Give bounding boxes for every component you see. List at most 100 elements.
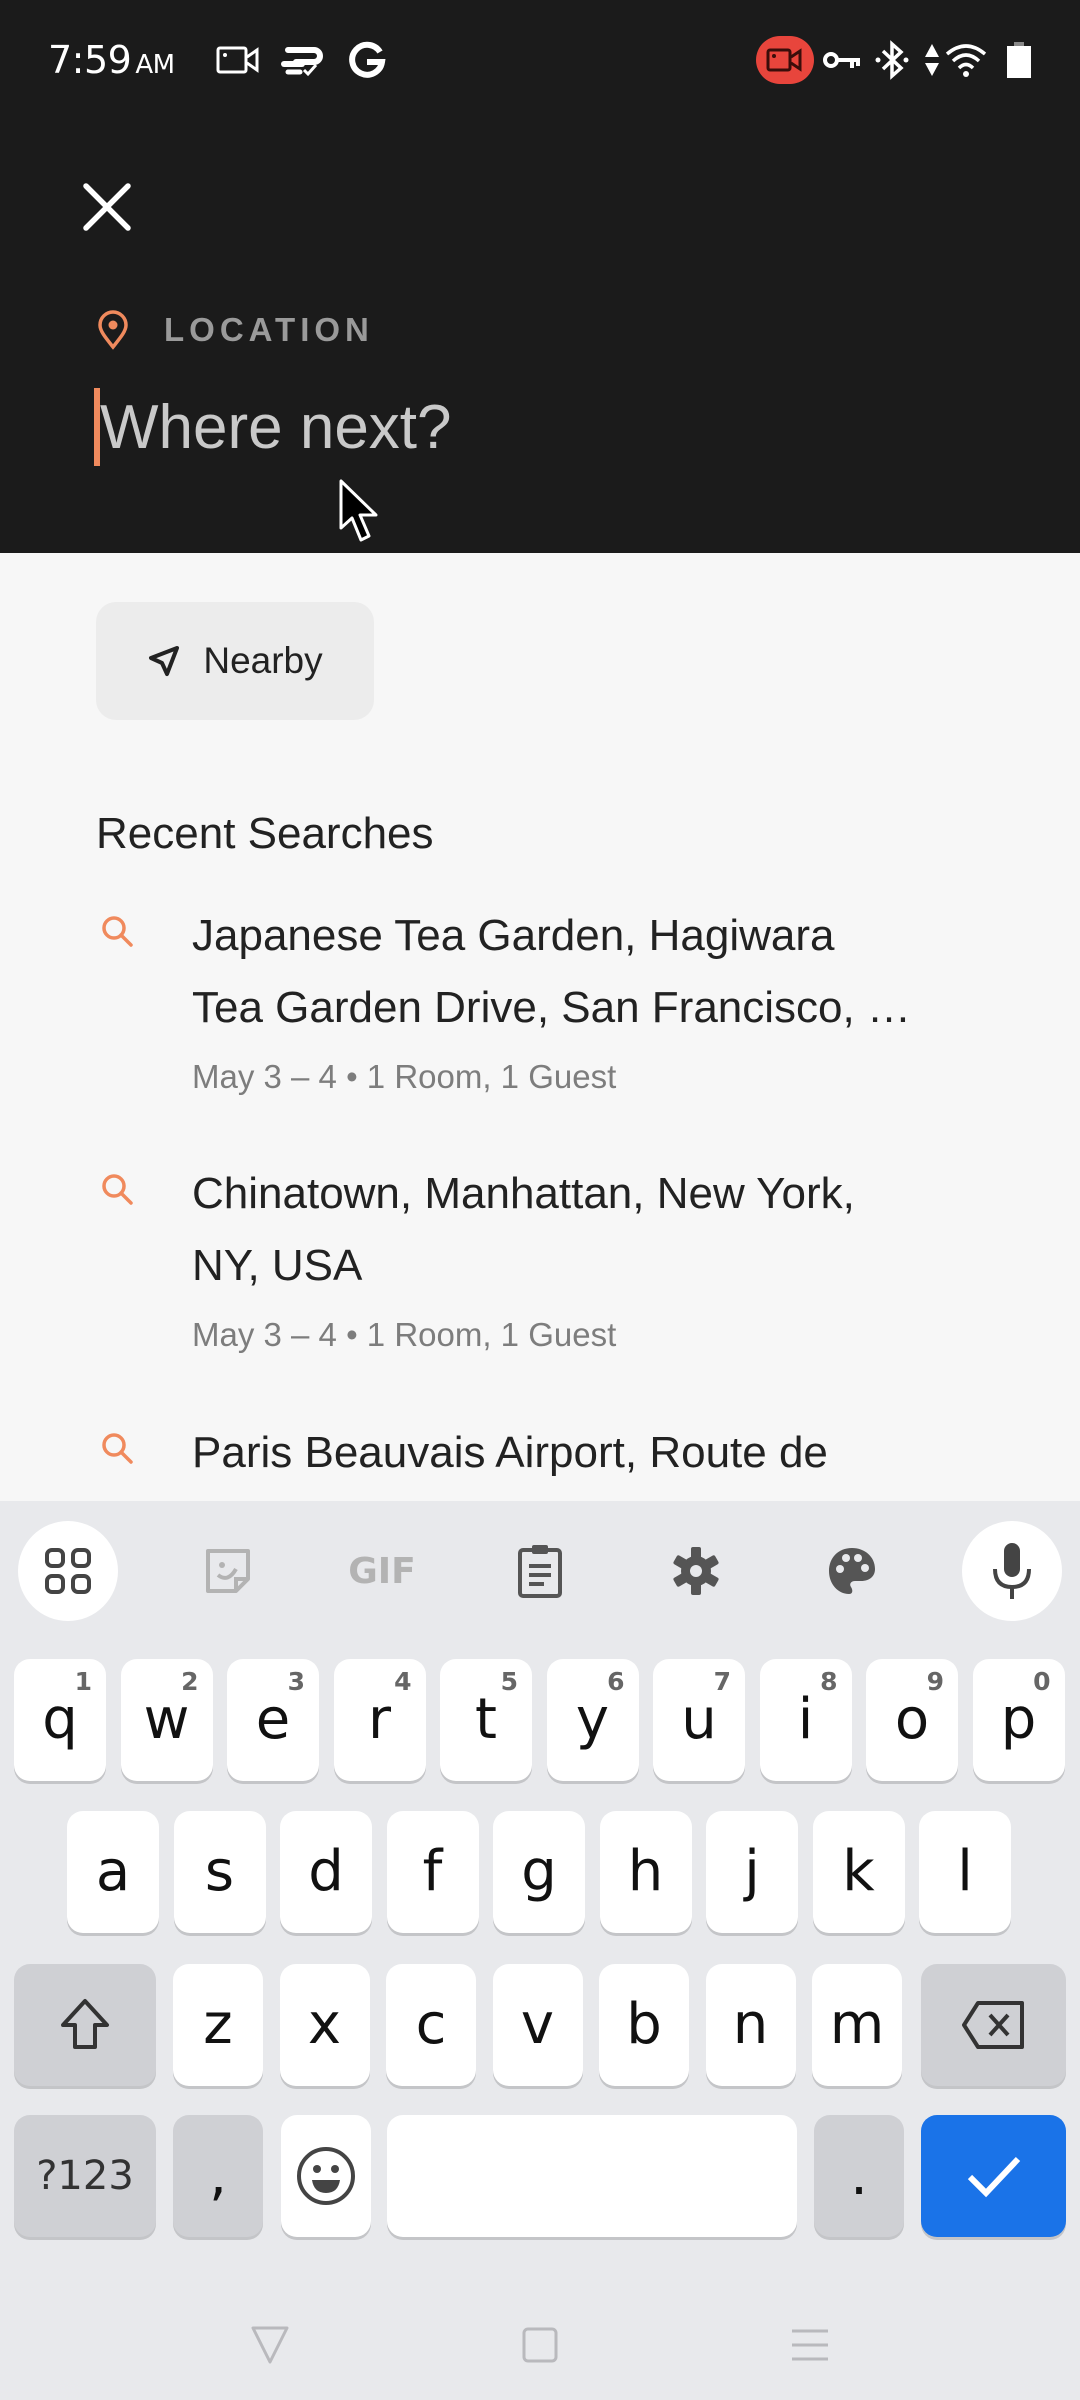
navigation-arrow-icon — [149, 646, 180, 676]
data-arrows-icon — [924, 38, 940, 82]
clipboard-icon — [518, 1545, 562, 1598]
recent-search-item[interactable]: Chinatown, Manhattan, New York, NY, USA … — [96, 1158, 996, 1388]
key-q[interactable]: q1 — [14, 1659, 106, 1781]
screen-record-icon — [216, 38, 260, 82]
vpn-key-icon — [822, 38, 862, 82]
search-icon — [102, 1433, 133, 1464]
key-label: b — [626, 1992, 662, 2057]
settings-gear-icon — [673, 1547, 719, 1595]
back-icon — [251, 2326, 289, 2364]
key-y[interactable]: y6 — [546, 1659, 639, 1781]
search-suggestions: Nearby Recent Searches Japanese Tea Gard… — [0, 553, 1080, 1501]
home-button[interactable] — [510, 2315, 570, 2375]
status-bar: 7:59 AM — [0, 0, 1080, 120]
symbols-key[interactable]: ?123 — [14, 2115, 156, 2237]
title-line-1: Paris Beauvais Airport, Route de — [192, 1428, 828, 1477]
home-icon — [522, 2327, 558, 2363]
key-label: g — [521, 1839, 557, 1904]
key-r[interactable]: r4 — [333, 1659, 426, 1781]
key-u[interactable]: u7 — [653, 1659, 745, 1781]
key-b[interactable]: b — [599, 1964, 689, 2086]
back-button[interactable] — [240, 2315, 300, 2375]
recent-search-title: Chinatown, Manhattan, New York, NY, USA — [192, 1158, 1080, 1302]
key-w[interactable]: w2 — [120, 1659, 213, 1781]
key-a[interactable]: a — [67, 1811, 159, 1933]
clipboard-button[interactable] — [490, 1521, 590, 1621]
vpn-app-icon — [280, 38, 324, 82]
recent-search-title: Japanese Tea Garden, Hagiwara Tea Garden… — [192, 900, 1080, 1044]
key-number-hint: 9 — [926, 1667, 944, 1696]
search-header: LOCATION — [0, 120, 1080, 553]
key-e[interactable]: e3 — [227, 1659, 319, 1781]
wifi-icon — [944, 38, 988, 82]
recent-search-title: Paris Beauvais Airport, Route de — [192, 1417, 1080, 1489]
key-l[interactable]: l — [919, 1811, 1011, 1933]
key-p[interactable]: p0 — [972, 1659, 1065, 1781]
key-label: k — [842, 1839, 875, 1904]
key-number-hint: 3 — [287, 1667, 305, 1696]
key-x[interactable]: x — [279, 1964, 370, 2086]
key-o[interactable]: o9 — [866, 1659, 958, 1781]
key-k[interactable]: k — [812, 1811, 905, 1933]
shift-icon — [61, 1999, 109, 2049]
search-icon — [102, 916, 133, 947]
key-label: l — [957, 1839, 973, 1904]
key-s[interactable]: s — [173, 1811, 266, 1933]
key-label: m — [829, 1992, 885, 2057]
key-label: q — [42, 1687, 78, 1752]
key-label: c — [415, 1992, 447, 2057]
key-label: w — [143, 1687, 190, 1752]
soft-keyboard: GIF ?123 , . q 1 w 2 e 3 r 4 t 5 y 6 u 7… — [0, 1501, 1080, 2400]
period-label: . — [850, 2143, 868, 2208]
key-i[interactable]: i8 — [759, 1659, 852, 1781]
period-key[interactable]: . — [814, 2115, 904, 2237]
key-d[interactable]: d — [280, 1811, 372, 1933]
sticker-button[interactable] — [178, 1521, 278, 1621]
key-label: r — [367, 1687, 392, 1752]
key-z[interactable]: z — [173, 1964, 263, 2086]
key-j[interactable]: j — [706, 1811, 798, 1933]
emoji-key[interactable] — [281, 2115, 371, 2237]
shift-key[interactable] — [14, 1964, 156, 2086]
voice-input-button[interactable] — [962, 1521, 1062, 1621]
key-c[interactable]: c — [386, 1964, 476, 2086]
key-label: v — [520, 1992, 555, 2057]
key-h[interactable]: h — [599, 1811, 692, 1933]
key-label: a — [95, 1839, 131, 1904]
key-m[interactable]: m — [812, 1964, 902, 2086]
title-line-1: Japanese Tea Garden, Hagiwara — [192, 911, 835, 960]
time-text: 7:59 — [48, 38, 132, 82]
recents-button[interactable] — [780, 2315, 840, 2375]
theme-button[interactable] — [802, 1521, 902, 1621]
key-label: t — [475, 1687, 497, 1752]
key-f[interactable]: f — [386, 1811, 479, 1933]
gif-button[interactable]: GIF — [332, 1521, 432, 1621]
keyboard-toolbar: GIF — [0, 1501, 1080, 1641]
settings-button[interactable] — [646, 1521, 746, 1621]
symbols-label: ?123 — [36, 2153, 134, 2199]
backspace-key[interactable] — [921, 1964, 1066, 2086]
key-label: n — [732, 1992, 769, 2057]
apps-grid-icon — [45, 1548, 91, 1594]
key-label: j — [744, 1839, 760, 1904]
location-search-input[interactable] — [100, 391, 960, 463]
recent-searches-heading: Recent Searches — [96, 809, 434, 858]
checkmark-icon — [967, 2156, 1020, 2198]
recent-search-item[interactable]: Paris Beauvais Airport, Route de — [96, 1417, 996, 1501]
close-button[interactable] — [78, 178, 136, 236]
space-bar[interactable] — [387, 2115, 797, 2237]
enter-key[interactable] — [921, 2115, 1066, 2237]
apps-grid-button[interactable] — [18, 1521, 118, 1621]
recording-indicator-icon — [756, 36, 814, 84]
recent-search-meta: May 3 – 4 • 1 Room, 1 Guest — [192, 1058, 617, 1095]
key-t[interactable]: t5 — [440, 1659, 532, 1781]
location-search-field[interactable] — [94, 382, 994, 472]
nearby-button[interactable]: Nearby — [96, 602, 374, 720]
key-g[interactable]: g — [493, 1811, 585, 1933]
recents-icon — [792, 2329, 828, 2361]
key-label: e — [255, 1687, 291, 1752]
comma-key[interactable]: , — [173, 2115, 263, 2237]
key-n[interactable]: n — [705, 1964, 796, 2086]
recent-search-item[interactable]: Japanese Tea Garden, Hagiwara Tea Garden… — [96, 900, 996, 1130]
key-v[interactable]: v — [492, 1964, 583, 2086]
